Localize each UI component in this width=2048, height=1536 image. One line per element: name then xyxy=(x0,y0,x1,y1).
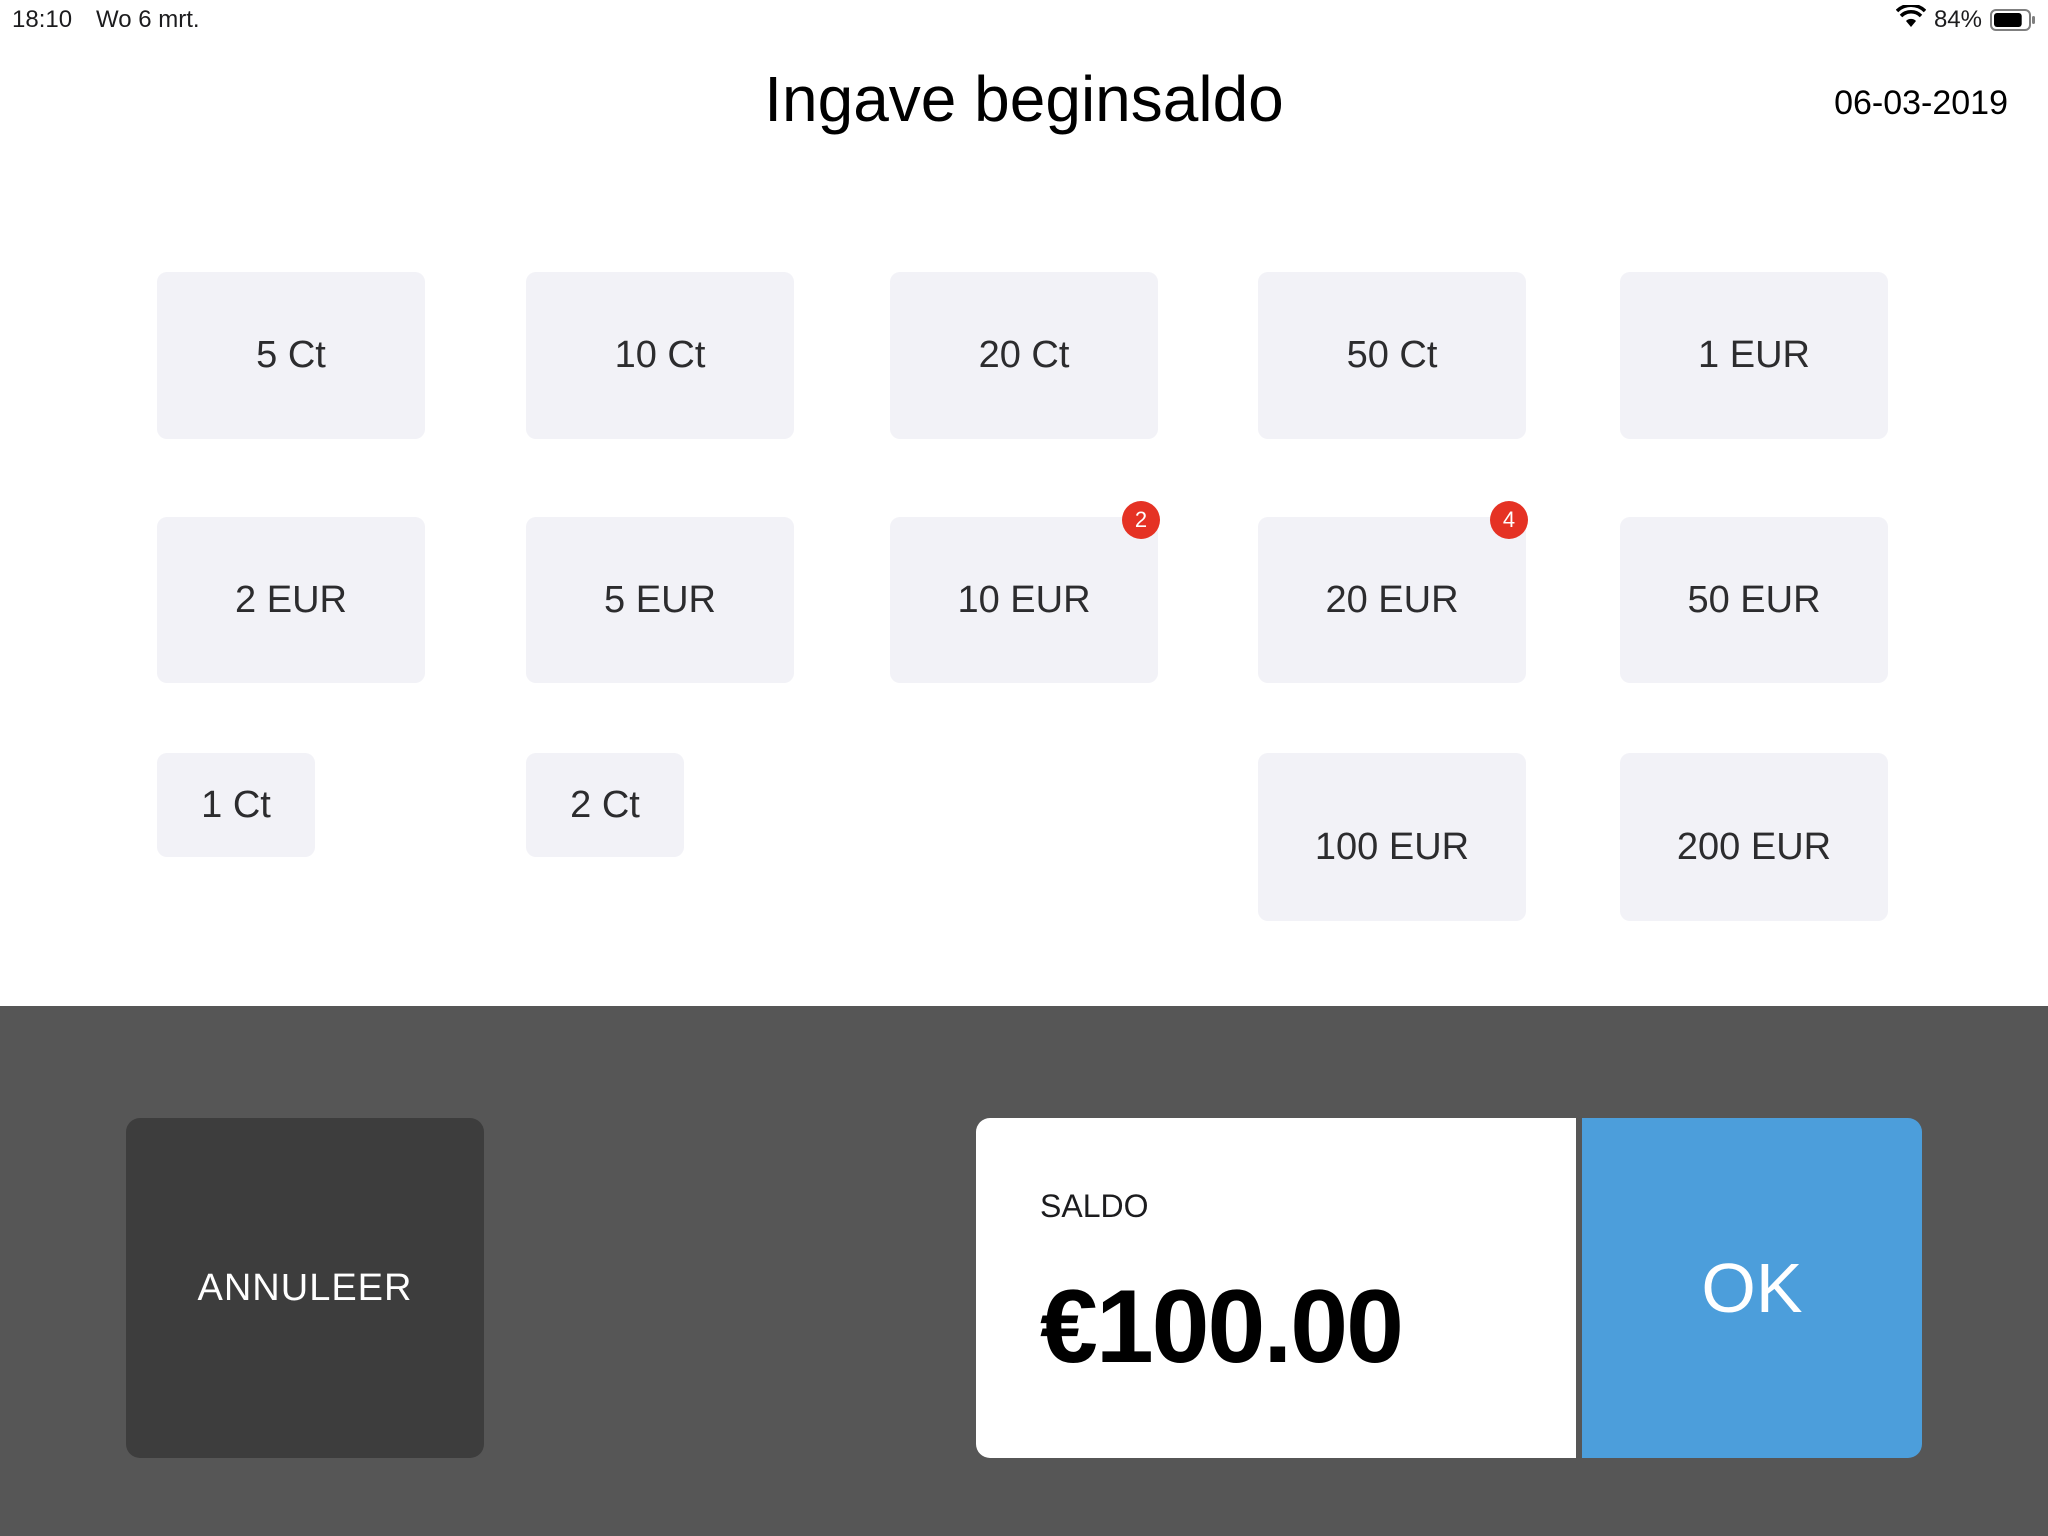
denomination-2ct-button[interactable]: 2 Ct xyxy=(526,753,684,857)
denomination-10eur-button[interactable]: 10 EUR 2 xyxy=(890,501,1160,683)
denomination-1ct-button[interactable]: 1 Ct xyxy=(157,753,315,857)
denomination-label: 20 Ct xyxy=(978,334,1070,376)
status-indicators: 84% xyxy=(1895,3,2036,36)
battery-icon xyxy=(1990,9,2036,31)
status-bar: 18:10 Wo 6 mrt. 84% xyxy=(0,0,2048,40)
count-badge: 4 xyxy=(1490,501,1528,539)
denomination-100eur-button[interactable]: 100 EUR xyxy=(1258,753,1526,921)
saldo-value: €100.00 xyxy=(1040,1269,1404,1385)
saldo-label: SALDO xyxy=(1040,1188,1149,1224)
denomination-50eur-button[interactable]: 50 EUR xyxy=(1620,517,1888,683)
denomination-2eur-button[interactable]: 2 EUR xyxy=(157,517,425,683)
denomination-label: 100 EUR xyxy=(1314,825,1470,868)
bottom-panel: ANNULEER SALDO €100.00 OK xyxy=(0,1006,2048,1536)
denomination-label: 50 Ct xyxy=(1346,334,1438,376)
denomination-1eur-button[interactable]: 1 EUR xyxy=(1620,272,1888,439)
denomination-5ct-button[interactable]: 5 Ct xyxy=(157,272,425,439)
denomination-50ct-button[interactable]: 50 Ct xyxy=(1258,272,1526,439)
denomination-label: 1 Ct xyxy=(201,783,271,826)
header-date: 06-03-2019 xyxy=(1834,84,2008,122)
denomination-20eur-button[interactable]: 20 EUR 4 xyxy=(1258,501,1528,683)
denomination-20ct-button[interactable]: 20 Ct xyxy=(890,272,1158,439)
denomination-label: 5 EUR xyxy=(604,578,716,621)
denomination-label: 5 Ct xyxy=(256,334,326,376)
saldo-display: SALDO €100.00 xyxy=(976,1118,1576,1458)
cancel-button[interactable]: ANNULEER xyxy=(126,1118,484,1458)
denomination-10ct-button[interactable]: 10 Ct xyxy=(526,272,794,439)
denomination-200eur-button[interactable]: 200 EUR xyxy=(1620,753,1888,921)
battery-percentage: 84% xyxy=(1933,6,1982,33)
status-date: Wo 6 mrt. xyxy=(96,6,200,33)
wifi-icon xyxy=(1895,3,1927,36)
denomination-label: 200 EUR xyxy=(1676,825,1832,868)
denomination-label: 2 EUR xyxy=(235,578,347,621)
denomination-label: 20 EUR xyxy=(1325,578,1459,621)
page-title: Ingave beginsaldo xyxy=(764,63,1284,135)
denomination-label: 50 EUR xyxy=(1687,578,1821,621)
denomination-5eur-button[interactable]: 5 EUR xyxy=(526,517,794,683)
status-time: 18:10 xyxy=(12,6,73,33)
count-badge: 2 xyxy=(1122,501,1160,539)
denomination-label: 10 EUR xyxy=(957,578,1091,621)
denomination-label: 1 EUR xyxy=(1698,334,1810,376)
denomination-label: 2 Ct xyxy=(570,783,640,826)
ok-button[interactable]: OK xyxy=(1582,1118,1922,1458)
denomination-label: 10 Ct xyxy=(614,334,706,376)
